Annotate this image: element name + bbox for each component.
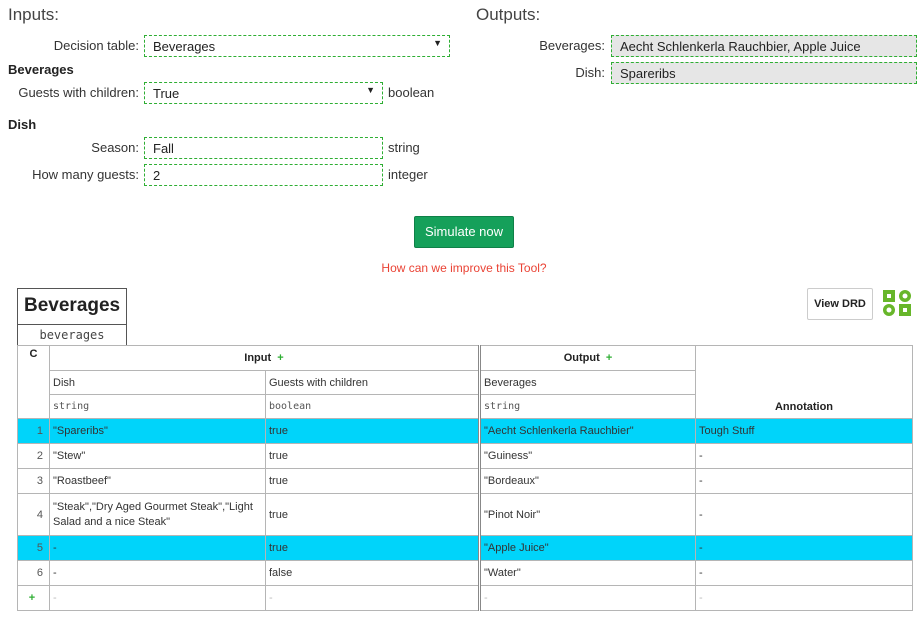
input-group-label: Input <box>244 352 272 364</box>
column-header-beverages[interactable]: Beverages <box>478 370 697 395</box>
table-row: 6 - false "Water" - <box>17 560 914 586</box>
improve-tool-link-text[interactable]: How can we improve this Tool? <box>381 261 546 275</box>
guests-label: Guests with children: <box>18 85 139 100</box>
cell-annotation[interactable]: - <box>695 443 914 469</box>
column-label: Dish <box>53 376 76 389</box>
cell-annotation[interactable]: - <box>695 493 914 536</box>
output-dish-field: Spareribs <box>611 62 917 84</box>
add-output-column-icon[interactable]: + <box>606 352 612 364</box>
cell-dish[interactable]: - <box>49 560 266 586</box>
column-header-guests[interactable]: Guests with children <box>264 370 481 395</box>
view-drd-button[interactable]: View DRD <box>807 288 873 320</box>
row-number: 3 <box>17 468 50 494</box>
guests-type: boolean <box>388 85 435 100</box>
output-dish-value: Spareribs <box>620 66 676 81</box>
howmany-input[interactable]: 2 <box>144 164 383 186</box>
column-type-dish[interactable]: string <box>49 394 266 419</box>
column-type: string <box>484 401 521 412</box>
output-beverages-field: Aecht Schlenkerla Rauchbier, Apple Juice <box>611 35 917 57</box>
output-group-label: Output <box>563 352 600 364</box>
decision-table-value: Beverages <box>153 39 216 54</box>
season-value: Fall <box>153 141 174 156</box>
add-input-column-icon[interactable]: + <box>277 352 283 364</box>
howmany-value: 2 <box>153 168 161 183</box>
group-title-beverages: Beverages <box>8 62 74 77</box>
cell-placeholder[interactable]: - <box>49 585 266 611</box>
cell-dish[interactable]: "Stew" <box>49 443 266 469</box>
row-number: 6 <box>17 560 50 586</box>
table-row: 5 - true "Apple Juice" - <box>17 535 914 561</box>
simulate-button[interactable]: Simulate now <box>414 216 514 248</box>
decision-table-label: Decision table: <box>53 38 139 53</box>
cell-beverages[interactable]: "Guiness" <box>478 443 697 469</box>
drd-gear-icon[interactable] <box>880 287 914 319</box>
cell-guests[interactable]: true <box>264 468 481 494</box>
row-number: 2 <box>17 443 50 469</box>
decision-table-select[interactable]: Beverages ▼ <box>144 35 450 57</box>
cell-dish[interactable]: "Steak","Dry Aged Gourmet Steak","Light … <box>49 493 266 536</box>
table-row: 3 "Roastbeef" true "Bordeaux" - <box>17 468 914 494</box>
column-type-beverages[interactable]: string <box>478 394 697 419</box>
output-beverages-value: Aecht Schlenkerla Rauchbier, Apple Juice <box>620 39 861 54</box>
decision-table: C Input + Output + Annotation Dish Guest… <box>17 345 914 611</box>
output-dish-label: Dish: <box>575 65 605 80</box>
add-rule-icon[interactable]: + <box>17 585 50 611</box>
decision-table-name: Beverages <box>17 288 127 324</box>
cell-guests[interactable]: true <box>264 493 481 536</box>
annotation-label: Annotation <box>774 401 834 413</box>
howmany-type: integer <box>388 167 428 182</box>
annotation-header: Annotation <box>695 345 914 419</box>
hit-policy-cell[interactable]: C <box>17 345 50 419</box>
caret-down-icon: ▼ <box>366 85 375 95</box>
cell-dish[interactable]: "Roastbeef" <box>49 468 266 494</box>
inputs-heading: Inputs: <box>8 5 60 24</box>
input-group-header: Input + <box>48 345 481 371</box>
cell-placeholder[interactable]: - <box>695 585 914 611</box>
output-beverages-label: Beverages: <box>539 38 605 53</box>
row-number: 4 <box>17 493 50 536</box>
cell-guests[interactable]: true <box>264 443 481 469</box>
howmany-label: How many guests: <box>32 167 139 182</box>
decision-table-id: beverages <box>17 324 127 346</box>
season-label: Season: <box>91 140 139 155</box>
cell-beverages[interactable]: "Apple Juice" <box>478 535 697 561</box>
column-type: string <box>53 401 90 412</box>
cell-beverages[interactable]: "Water" <box>478 560 697 586</box>
new-rule-row: + - - - - <box>17 585 914 611</box>
group-title-dish: Dish <box>8 117 37 132</box>
outputs-heading: Outputs: <box>476 5 541 24</box>
row-number: 5 <box>17 535 50 561</box>
row-number: 1 <box>17 418 50 444</box>
guests-select[interactable]: True ▼ <box>144 82 383 104</box>
table-row: 4 "Steak","Dry Aged Gourmet Steak","Ligh… <box>17 493 914 536</box>
cell-annotation[interactable]: - <box>695 560 914 586</box>
improve-tool-link[interactable]: How can we improve this Tool? <box>0 261 924 275</box>
cell-annotation[interactable]: Tough Stuff <box>695 418 914 444</box>
hit-policy: C <box>29 348 38 360</box>
season-input[interactable]: Fall <box>144 137 383 159</box>
cell-dish[interactable]: "Spareribs" <box>49 418 266 444</box>
cell-beverages[interactable]: "Pinot Noir" <box>478 493 697 536</box>
cell-dish[interactable]: - <box>49 535 266 561</box>
guests-value: True <box>153 86 180 101</box>
cell-placeholder[interactable]: - <box>478 585 697 611</box>
column-label: Guests with children <box>269 376 369 389</box>
cell-annotation[interactable]: - <box>695 468 914 494</box>
column-header-dish[interactable]: Dish <box>49 370 266 395</box>
caret-down-icon: ▼ <box>433 38 442 48</box>
cell-guests[interactable]: false <box>264 560 481 586</box>
cell-guests[interactable]: true <box>264 418 481 444</box>
cell-placeholder[interactable]: - <box>264 585 481 611</box>
table-row: 1 "Spareribs" true "Aecht Schlenkerla Ra… <box>17 418 914 444</box>
column-type: boolean <box>269 401 312 412</box>
column-type-guests[interactable]: boolean <box>264 394 481 419</box>
table-row: 2 "Stew" true "Guiness" - <box>17 443 914 469</box>
cell-guests[interactable]: true <box>264 535 481 561</box>
cell-annotation[interactable]: - <box>695 535 914 561</box>
season-type: string <box>388 140 420 155</box>
output-group-header: Output + <box>478 345 697 371</box>
cell-beverages[interactable]: "Aecht Schlenkerla Rauchbier" <box>478 418 697 444</box>
cell-beverages[interactable]: "Bordeaux" <box>478 468 697 494</box>
column-label: Beverages <box>484 376 537 389</box>
